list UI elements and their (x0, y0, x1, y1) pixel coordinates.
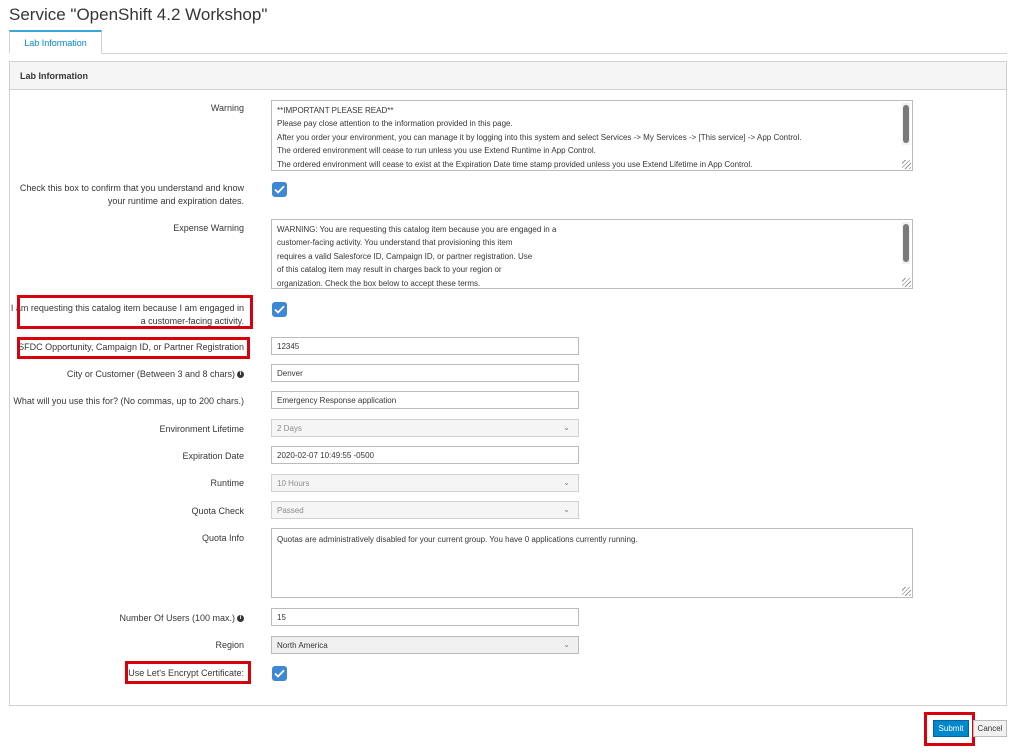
region-select[interactable]: North America ⌄ (271, 636, 579, 654)
expense-warning-line: WARNING: You are requesting this catalog… (277, 225, 557, 234)
expiration-input[interactable]: 2020-02-07 10:49:55 -0500 (271, 446, 579, 464)
lifetime-label: Environment Lifetime (159, 424, 244, 434)
checkmark-icon (274, 305, 285, 314)
warning-line: The ordered environment will cease to ex… (277, 159, 753, 169)
letsencrypt-highlight (125, 661, 251, 684)
checkmark-icon (274, 669, 285, 678)
chevron-down-icon: ⌄ (563, 478, 570, 487)
warning-scrollbar[interactable] (902, 103, 910, 145)
sfdc-input[interactable]: 12345 (271, 337, 579, 355)
page-title: Service "OpenShift 4.2 Workshop" (9, 5, 268, 24)
submit-button[interactable]: Submit (933, 720, 969, 737)
runtime-label: Runtime (210, 478, 244, 488)
city-label-text: City or Customer (Between 3 and 8 chars) (66, 369, 235, 379)
num-users-input[interactable]: 15 (271, 608, 579, 626)
expense-warning-textarea[interactable]: WARNING: You are requesting this catalog… (271, 219, 913, 289)
expense-warning-line: organization. Check the box below to acc… (277, 278, 481, 288)
city-label: City or Customer (Between 3 and 8 chars)… (67, 368, 244, 381)
expense-warning-scrollbar[interactable] (902, 222, 910, 264)
warning-line: The ordered environment will cease to ru… (277, 146, 596, 156)
expiration-label: Expiration Date (182, 451, 244, 461)
chevron-down-icon: ⌄ (563, 640, 570, 649)
warning-label: Warning (210, 103, 244, 113)
runtime-select[interactable]: 10 Hours ⌄ (271, 474, 579, 492)
confirm-runtime-label-line2: your runtime and expiration dates. (107, 196, 244, 206)
expense-warning-label: Expense Warning (173, 223, 244, 233)
cancel-button[interactable]: Cancel (973, 720, 1007, 737)
chevron-down-icon: ⌄ (563, 505, 570, 514)
letsencrypt-checkbox[interactable] (272, 666, 287, 681)
expense-warning-line: customer-facing activity. You understand… (277, 238, 513, 248)
warning-line: **IMPORTANT PLEASE READ** (277, 106, 394, 115)
quota-check-label: Quota Check (191, 506, 244, 516)
num-users-label-text: Number Of Users (100 max.) (119, 613, 235, 623)
runtime-value: 10 Hours (277, 479, 310, 488)
expense-warning-line: requires a valid Salesforce ID, Campaign… (277, 251, 533, 261)
city-input[interactable]: Denver (271, 364, 579, 382)
lab-information-panel: Lab Information Warning **IMPORTANT PLEA… (9, 61, 1007, 706)
customer-facing-highlight (17, 295, 253, 329)
tab-bar: Lab Information (9, 30, 1007, 54)
confirm-runtime-checkbox[interactable] (272, 182, 287, 197)
lifetime-value: 2 Days (277, 424, 302, 433)
resize-handle-icon[interactable] (902, 160, 911, 169)
resize-handle-icon[interactable] (902, 587, 911, 596)
confirm-runtime-label-line1: Check this box to confirm that you under… (19, 183, 244, 193)
checkmark-icon (274, 185, 285, 194)
info-icon[interactable]: i (237, 615, 244, 623)
lifetime-select[interactable]: 2 Days ⌄ (271, 419, 579, 437)
warning-textarea[interactable]: **IMPORTANT PLEASE READ** Please pay clo… (271, 100, 913, 171)
warning-line: Please pay close attention to the inform… (277, 119, 513, 129)
tab-lab-information[interactable]: Lab Information (9, 30, 102, 54)
sfdc-highlight (17, 337, 250, 359)
purpose-label: What will you use this for? (No commas, … (13, 396, 244, 406)
purpose-input[interactable]: Emergency Response application (271, 391, 579, 409)
quota-info-textarea[interactable]: Quotas are administratively disabled for… (271, 528, 913, 598)
resize-handle-icon[interactable] (902, 278, 911, 287)
chevron-down-icon: ⌄ (563, 423, 570, 432)
expense-warning-line: of this catalog item may result in charg… (277, 265, 502, 275)
confirm-runtime-label: Check this box to confirm that you under… (4, 182, 244, 208)
num-users-label: Number Of Users (100 max.) i (119, 612, 244, 625)
panel-heading: Lab Information (10, 62, 1006, 90)
info-icon[interactable]: i (237, 371, 244, 379)
quota-check-select[interactable]: Passed ⌄ (271, 501, 579, 519)
customer-facing-checkbox[interactable] (272, 302, 287, 317)
region-value: North America (277, 641, 328, 650)
warning-line: After you order your environment, you ca… (277, 132, 802, 142)
quota-info-text: Quotas are administratively disabled for… (277, 535, 638, 544)
region-label: Region (215, 640, 244, 650)
quota-info-label: Quota Info (201, 533, 244, 543)
quota-check-value: Passed (277, 506, 304, 515)
